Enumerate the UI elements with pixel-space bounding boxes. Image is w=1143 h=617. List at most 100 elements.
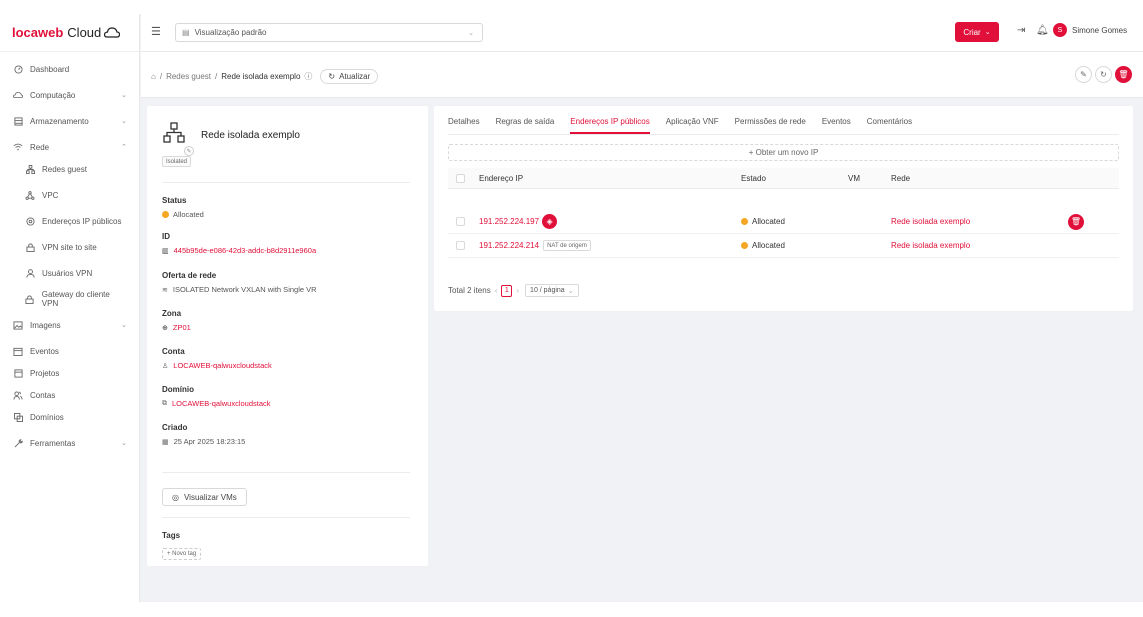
chevron-down-icon: ⌄ [121,440,127,447]
ip-address[interactable]: 191.252.224.214 [479,241,539,250]
delete-network-button[interactable]: 🗑︎ [1115,66,1132,83]
ip-network[interactable]: Rede isolada exemplo [891,217,970,226]
divider [162,517,410,518]
row-checkbox[interactable] [456,241,465,250]
view-vms-button[interactable]: ◎ Visualizar VMs [162,488,247,506]
status-dot [741,242,748,249]
sidebar-item-contas[interactable]: Contas [0,384,139,406]
sidebar-item-redes-guest[interactable]: Redes guest [0,158,139,180]
edit-button[interactable]: ✎ [1075,66,1092,83]
chevron-down-icon: ⌄ [121,322,127,329]
brand-cloud: Cloud [67,25,102,40]
table-row: 191.252.224.214 NAT de origem Allocated … [448,234,1119,258]
tab-regras-saida[interactable]: Regras de saída [496,117,555,134]
home-icon[interactable]: ⌂ [151,72,156,81]
bell-icon[interactable]: 🔔︎ [1036,25,1049,36]
sidebar-item-imagens[interactable]: Imagens ⌄ [0,314,139,336]
chevron-down-icon: ⌄ [121,118,127,125]
export-icon[interactable]: ⇥ [1017,25,1025,36]
id-value[interactable]: 445b95de-e086-42d3-addc-b8d2911e960a [174,246,317,255]
account-label: Conta [162,347,185,356]
zone-field: Zona ⊕ ZP01 [162,309,191,332]
tab-aplicacao-vnf[interactable]: Aplicação VNF [666,117,719,134]
barcode-icon: ▥ [162,247,169,255]
account-value[interactable]: LOCAWEB-qalwuxcloudstack [173,361,272,370]
reload-icon: ↻ [1100,70,1107,79]
sidebar-item-ferramentas[interactable]: Ferramentas ⌄ [0,432,139,454]
tab-permissoes[interactable]: Permissões de rede [735,117,806,134]
acquire-ip-button[interactable]: + Obter um novo IP [448,144,1119,161]
sidebar-item-projetos[interactable]: Projetos [0,362,139,384]
sidebar-item-label: Rede [30,142,50,152]
sidebar-item-vpc[interactable]: VPC [0,184,139,206]
tab-eventos[interactable]: Eventos [822,117,851,134]
sidebar-item-rede[interactable]: Rede ⌃ [0,136,139,158]
account-field: Conta ♙ LOCAWEB-qalwuxcloudstack [162,347,272,370]
tab-comentarios[interactable]: Comentários [867,117,912,134]
network-details-card: Rede isolada exemplo ✎ Isolated Status A… [147,106,428,566]
ip-network[interactable]: Rede isolada exemplo [891,241,970,250]
select-all-checkbox[interactable] [456,173,465,183]
lock-icon [24,241,36,253]
page-size-value: 10 / página [530,287,565,294]
ip-address[interactable]: 191.252.224.197 [479,217,539,226]
sidebar-item-enderecos-ip[interactable]: Endereços IP públicos [0,210,139,232]
refresh-button[interactable]: ↻ Atualizar [320,69,379,84]
sidebar-item-label: Imagens [30,320,61,330]
sidebar-item-armazenamento[interactable]: Armazenamento ⌄ [0,110,139,132]
col-vm[interactable]: VM [848,168,860,188]
user-menu[interactable]: S Simone Gomes [1053,23,1127,37]
sidebar-item-usuarios-vpn[interactable]: Usuários VPN [0,262,139,284]
sidebar-item-computacao[interactable]: Computação ⌄ [0,84,139,106]
divider [162,182,410,183]
tab-underline [448,134,1119,135]
sidebar-item-dominios[interactable]: Domínios [0,406,139,428]
breadcrumb: ⌂ / Redes guest / Rede isolada exemplo ⓘ… [151,69,379,84]
sidebar: locaweb Cloud Dashboard Computação ⌄ Arm… [0,14,140,602]
tab-enderecos-ip[interactable]: Endereços IP públicos [570,117,650,134]
reload-button[interactable]: ↻ [1095,66,1112,83]
delete-ip-button[interactable]: 🗑︎ [1068,213,1084,230]
source-nat-icon[interactable]: ◈ [542,214,558,229]
wifi-icon: ≋ [162,286,168,294]
app-shell: locaweb Cloud Dashboard Computação ⌄ Arm… [0,14,1143,602]
sidebar-item-eventos[interactable]: Eventos [0,340,139,362]
next-page-icon[interactable]: › [516,286,519,295]
user-name: Simone Gomes [1072,25,1128,35]
edit-icon[interactable]: ✎ [184,146,194,156]
prev-page-icon[interactable]: ‹ [495,286,498,295]
col-network[interactable]: Rede [891,168,910,188]
page-size-select[interactable]: 10 / página ⌄ [525,284,579,297]
info-icon[interactable]: ⓘ [304,71,312,82]
sidebar-item-label: Dashboard [30,64,70,74]
sidebar-item-label: Contas [30,390,56,400]
view-selector[interactable]: ▤ Visualização padrão ⌄ [175,23,483,42]
breadcrumb-parent[interactable]: Redes guest [166,72,211,81]
sidebar-item-vpn-site[interactable]: VPN site to site [0,236,139,258]
avatar: S [1053,23,1067,37]
create-button[interactable]: Criar ⌄ [955,22,999,42]
col-state[interactable]: Estado [741,168,766,188]
total-items: Total 2 itens [448,286,491,295]
col-ip[interactable]: Endereço IP [479,168,523,188]
status-dot [741,218,748,225]
chevron-down-icon: ⌄ [468,29,474,37]
tags-label: Tags [162,531,181,540]
user-icon [24,267,36,279]
brand-name: locaweb [12,25,64,40]
logo[interactable]: locaweb Cloud [0,14,139,52]
menu-collapse-icon[interactable]: ☰ [151,25,161,38]
offer-label: Oferta de rede [162,271,217,280]
sidebar-item-gateway-vpn[interactable]: Gateway do cliente VPN [0,288,139,310]
page-number[interactable]: 1 [501,284,513,297]
tab-detalhes[interactable]: Detalhes [448,117,480,134]
project-icon [12,367,24,379]
id-field: ID ▥ 445b95de-e086-42d3-addc-b8d2911e960a [162,232,316,255]
pagination: Total 2 itens ‹ 1 › 10 / página ⌄ [448,284,579,297]
row-checkbox[interactable] [456,217,465,226]
sidebar-item-dashboard[interactable]: Dashboard [0,58,139,80]
zone-value[interactable]: ZP01 [173,323,191,332]
domain-value[interactable]: LOCAWEB-qalwuxcloudstack [172,399,271,408]
network-title: Rede isolada exemplo [201,130,300,141]
new-tag-button[interactable]: + Novo tag [162,548,202,560]
